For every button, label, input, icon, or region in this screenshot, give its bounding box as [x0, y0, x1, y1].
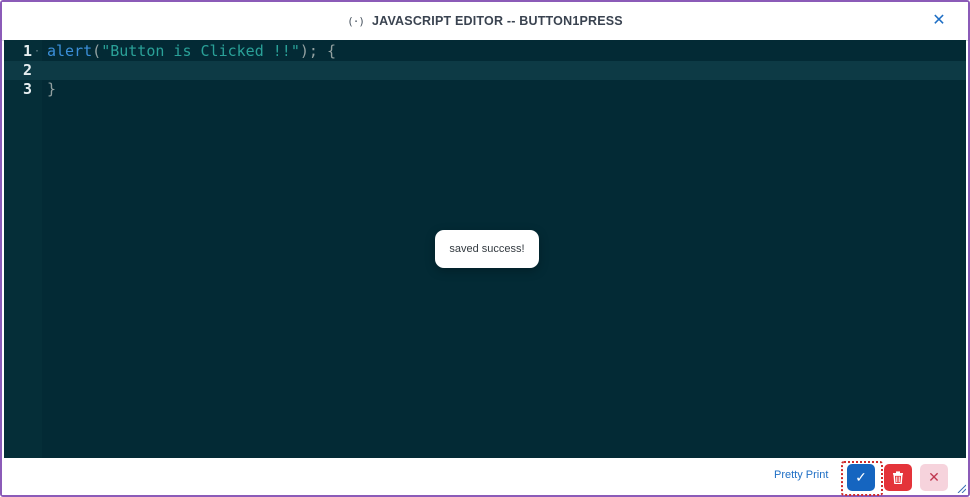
code-line-1[interactable]: 1 · alert("Button is Clicked !!"); {: [4, 42, 966, 61]
close-icon: ✕: [932, 10, 946, 29]
code-editor[interactable]: 1 · alert("Button is Clicked !!"); { 2 3…: [4, 40, 966, 458]
checkmark-icon: ✓: [855, 469, 867, 485]
resize-handle-icon[interactable]: [956, 483, 966, 493]
line-number: 1: [22, 42, 32, 60]
js-editor-dialog: (·) JAVASCRIPT EDITOR -- BUTTON1PRESS ✕ …: [0, 0, 970, 497]
delete-button[interactable]: [884, 464, 912, 491]
code-icon: (·): [347, 14, 365, 28]
close-icon: ✕: [928, 469, 940, 485]
line-number: 3: [22, 80, 32, 98]
code-token-string: "Button is Clicked !!": [101, 42, 300, 60]
line-number: 2: [22, 61, 32, 79]
dialog-footer: Pretty Print ✓ ✕: [2, 458, 968, 496]
close-dialog-button[interactable]: ✕: [930, 11, 948, 29]
editor-gutter: [4, 40, 42, 458]
code-token-paren: (: [92, 42, 102, 60]
code-line-2[interactable]: 2: [4, 61, 966, 80]
pretty-print-link[interactable]: Pretty Print: [774, 469, 828, 481]
save-button[interactable]: ✓: [847, 464, 875, 491]
code-text: }: [47, 80, 57, 98]
code-token-punctuation: ); {: [299, 42, 336, 60]
trash-icon: [893, 471, 903, 484]
fold-arrow-icon[interactable]: ·: [34, 42, 40, 61]
dialog-title: JAVASCRIPT EDITOR -- BUTTON1PRESS: [372, 14, 623, 28]
cancel-button[interactable]: ✕: [920, 464, 948, 491]
code-line-3[interactable]: 3 }: [4, 80, 966, 99]
code-token-function: alert: [47, 42, 93, 60]
code-text: alert("Button is Clicked !!"); {: [47, 42, 336, 61]
dialog-titlebar: (·) JAVASCRIPT EDITOR -- BUTTON1PRESS ✕: [2, 2, 968, 41]
dialog-title-group: (·) JAVASCRIPT EDITOR -- BUTTON1PRESS: [2, 2, 968, 40]
save-toast: saved success!: [435, 230, 539, 268]
